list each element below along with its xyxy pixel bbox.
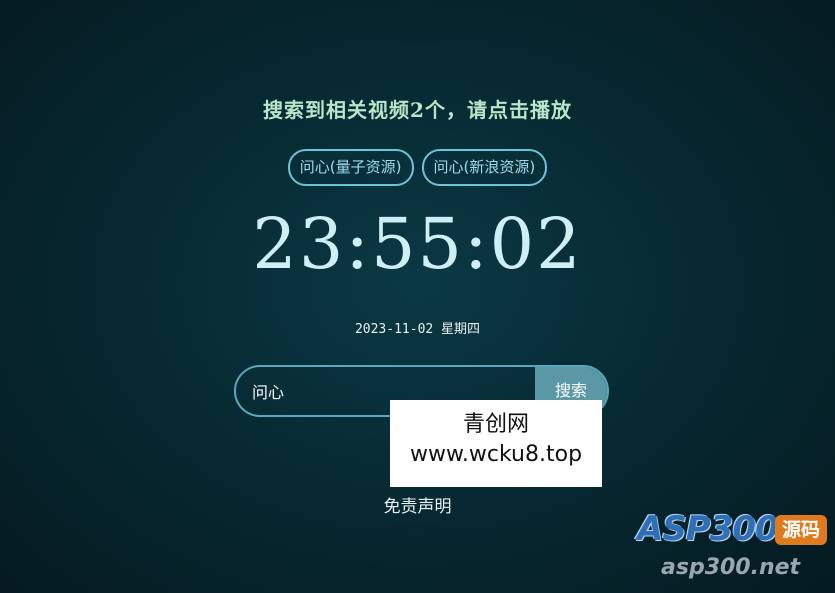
watermark-url: www.wcku8.top	[409, 442, 583, 467]
digital-clock: 23:55:02	[252, 203, 583, 285]
logo-name: ASP300	[637, 509, 779, 549]
logo-url: asp300.net	[661, 555, 801, 580]
watermark-overlay: 青创网 www.wcku8.top	[390, 400, 602, 487]
asp300-logo: ASP300 源码 asp300.net	[635, 507, 835, 587]
source-list: 问心(量子资源) 问心(新浪资源)	[0, 149, 835, 186]
watermark-title: 青创网	[462, 412, 529, 437]
result-headline: 搜索到相关视频2个，请点击播放	[263, 98, 572, 122]
date-weekday: 2023-11-02 星期四	[354, 322, 481, 337]
source-button-quantum[interactable]: 问心(量子资源)	[287, 149, 414, 186]
source-button-sina[interactable]: 问心(新浪资源)	[421, 149, 548, 186]
logo-badge: 源码	[775, 515, 827, 545]
